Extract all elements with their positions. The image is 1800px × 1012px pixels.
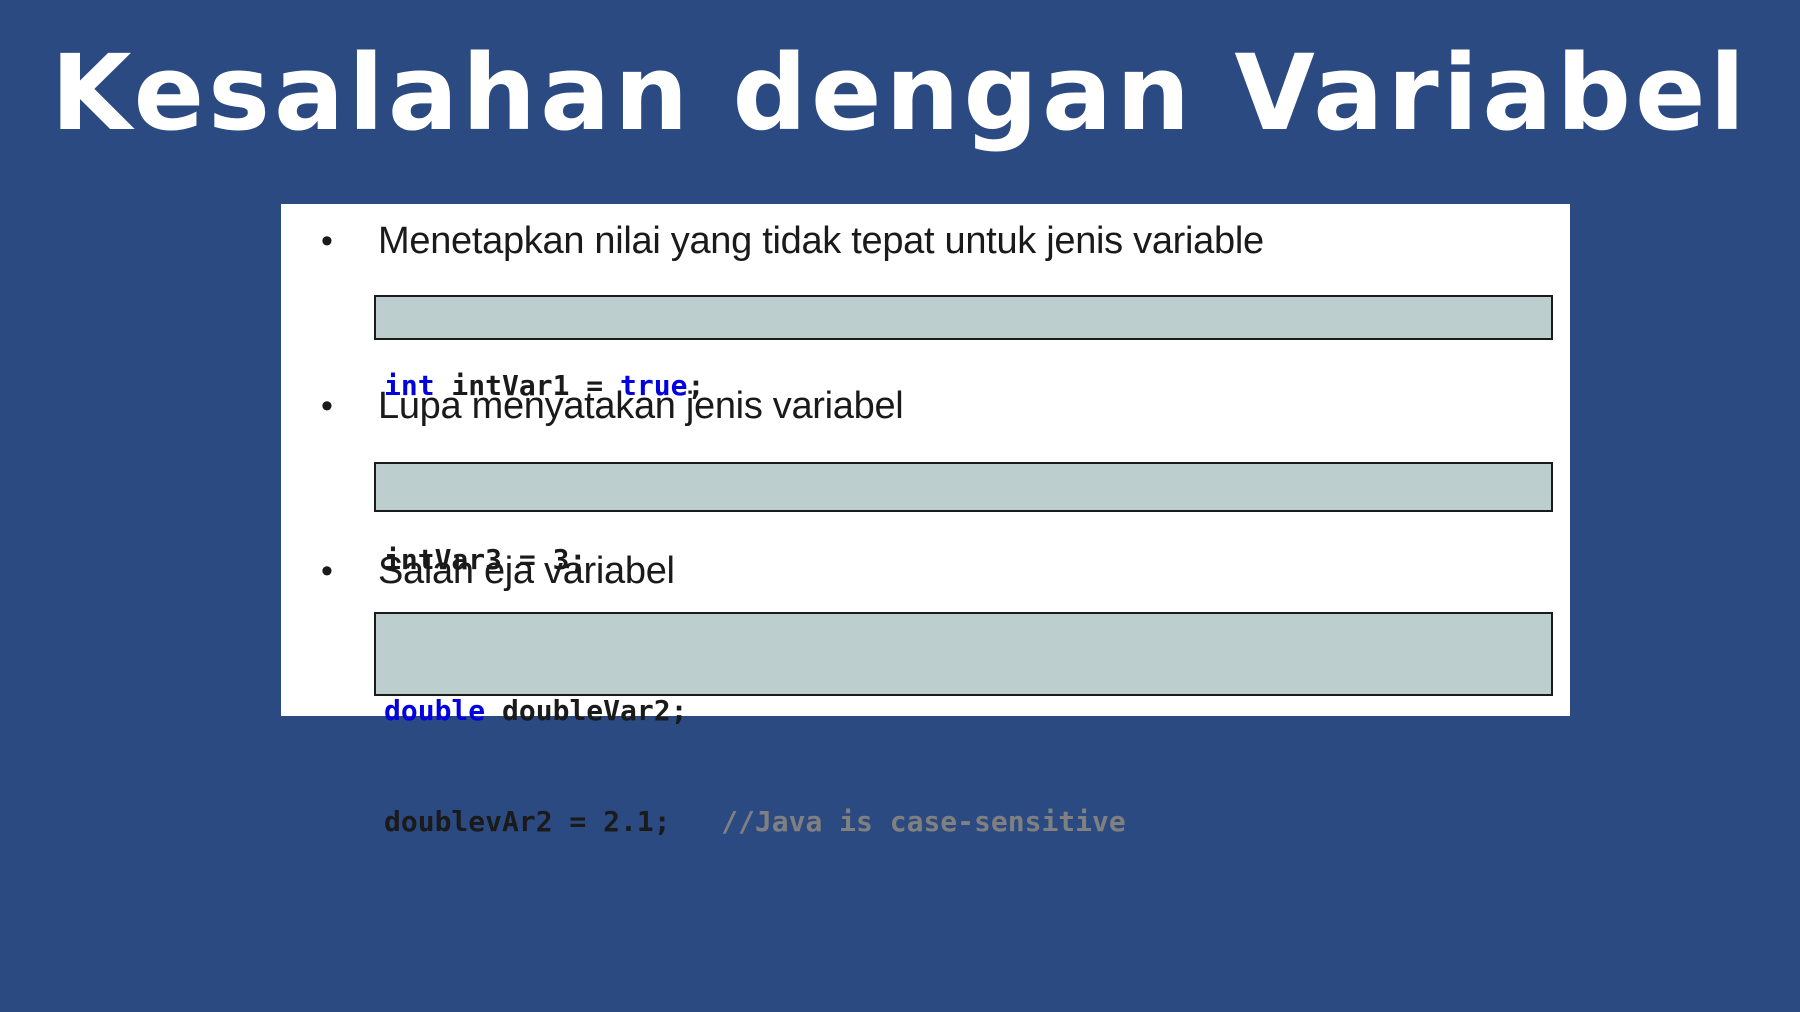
code-block: int intVar1 = true; xyxy=(374,295,1553,402)
bullet-marker: • xyxy=(321,222,333,260)
bullet-item: • Lupa menyatakan jenis variabel xyxy=(281,378,1570,434)
code-comment: //Java is case-sensitive xyxy=(721,805,1126,838)
bullet-item: • Menetapkan nilai yang tidak tepat untu… xyxy=(281,213,1570,269)
code-line: double doubleVar2; xyxy=(384,692,1551,729)
code-block: intVar3 = 3; xyxy=(374,462,1553,576)
bullet-text: Salah eja variabel xyxy=(378,550,675,592)
bullet-marker: • xyxy=(321,387,333,425)
slide-title: Kesalahan dengan Variabel xyxy=(50,32,1750,154)
content-panel: • Menetapkan nilai yang tidak tepat untu… xyxy=(281,204,1570,838)
bullet-text: Menetapkan nilai yang tidak tepat untuk … xyxy=(378,220,1264,262)
bullet-text: Lupa menyatakan jenis variabel xyxy=(378,385,904,427)
code-keyword: double xyxy=(384,694,486,727)
code-block: double doubleVar2; doublevAr2 = 2.1; //J… xyxy=(374,612,1553,838)
bullet-marker: • xyxy=(321,552,333,590)
bullet-item: • Salah eja variabel xyxy=(281,543,1570,599)
code-line: doublevAr2 = 2.1; //Java is case-sensiti… xyxy=(384,803,1551,840)
code-text: doubleVar2; xyxy=(485,694,688,727)
slide: Kesalahan dengan Variabel • Menetapkan n… xyxy=(0,0,1800,1012)
code-text: doublevAr2 = 2.1; xyxy=(384,805,722,838)
